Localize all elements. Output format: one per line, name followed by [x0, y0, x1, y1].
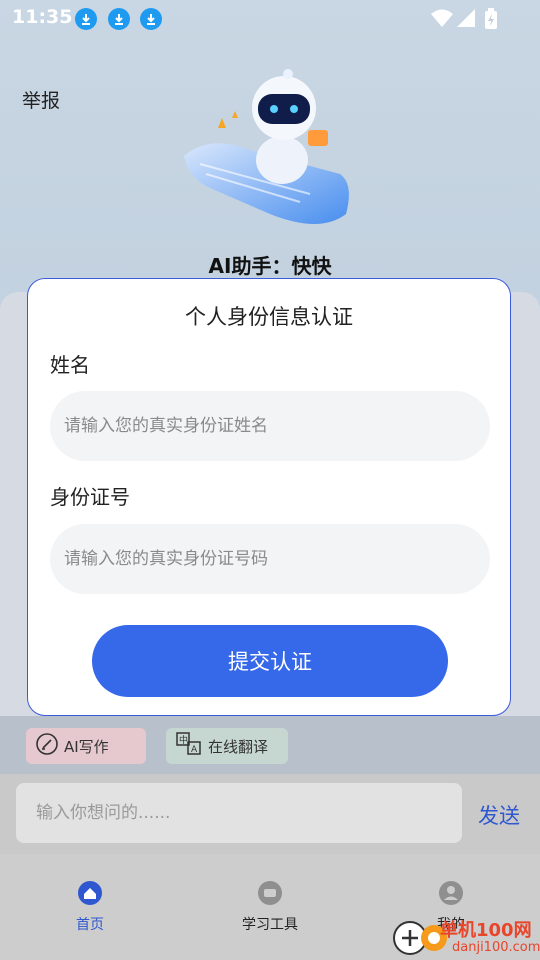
- status-time: 11:35: [12, 6, 73, 28]
- quick-actions-bar: AI写作 中A 在线翻译: [0, 716, 540, 774]
- watermark-domain: danji100.com: [452, 940, 540, 955]
- submit-verification-button[interactable]: 提交认证: [92, 625, 448, 697]
- online-translate-chip[interactable]: 中A 在线翻译: [166, 728, 288, 764]
- status-bar: 11:35: [0, 0, 540, 36]
- svg-text:中: 中: [179, 734, 188, 746]
- home-icon: [78, 881, 102, 905]
- tab-home-label: 首页: [76, 917, 104, 933]
- online-translate-label: 在线翻译: [208, 737, 269, 756]
- name-input[interactable]: [50, 391, 490, 461]
- profile-icon: [439, 881, 463, 905]
- battery-charging-icon: [485, 8, 497, 29]
- download-icon: [75, 8, 97, 30]
- robot-mascot-illustration: [184, 69, 349, 224]
- send-button[interactable]: 发送: [478, 800, 520, 830]
- download-icon: [140, 8, 162, 30]
- tab-learning-tools[interactable]: 学习工具: [215, 880, 325, 934]
- tab-home[interactable]: 首页: [35, 880, 145, 934]
- signal-icon: [457, 9, 475, 27]
- tab-learning-tools-label: 学习工具: [242, 917, 298, 933]
- watermark-brand: 单机100网: [440, 920, 532, 941]
- wifi-icon: [431, 9, 453, 27]
- assistant-title: AI助手：快快: [208, 254, 332, 278]
- ai-writing-label: AI写作: [64, 737, 109, 756]
- pen-icon: [36, 733, 58, 759]
- dialog-title: 个人身份信息认证: [185, 305, 353, 329]
- report-link[interactable]: 举报: [22, 86, 60, 113]
- chat-input[interactable]: [16, 783, 462, 843]
- ai-writing-chip[interactable]: AI写作: [26, 728, 146, 764]
- id-number-label: 身份证号: [50, 485, 130, 509]
- id-number-input[interactable]: [50, 524, 490, 594]
- download-icon: [108, 8, 130, 30]
- tools-icon: [258, 881, 282, 905]
- svg-text:A: A: [191, 745, 198, 755]
- translate-icon: 中A: [176, 732, 202, 760]
- chat-input-row: 发送: [0, 774, 540, 854]
- identity-verification-dialog: 个人身份信息认证 姓名 身份证号 提交认证: [27, 278, 511, 716]
- site-watermark: 单机100网 danji100.com: [392, 912, 540, 960]
- name-label: 姓名: [50, 353, 90, 377]
